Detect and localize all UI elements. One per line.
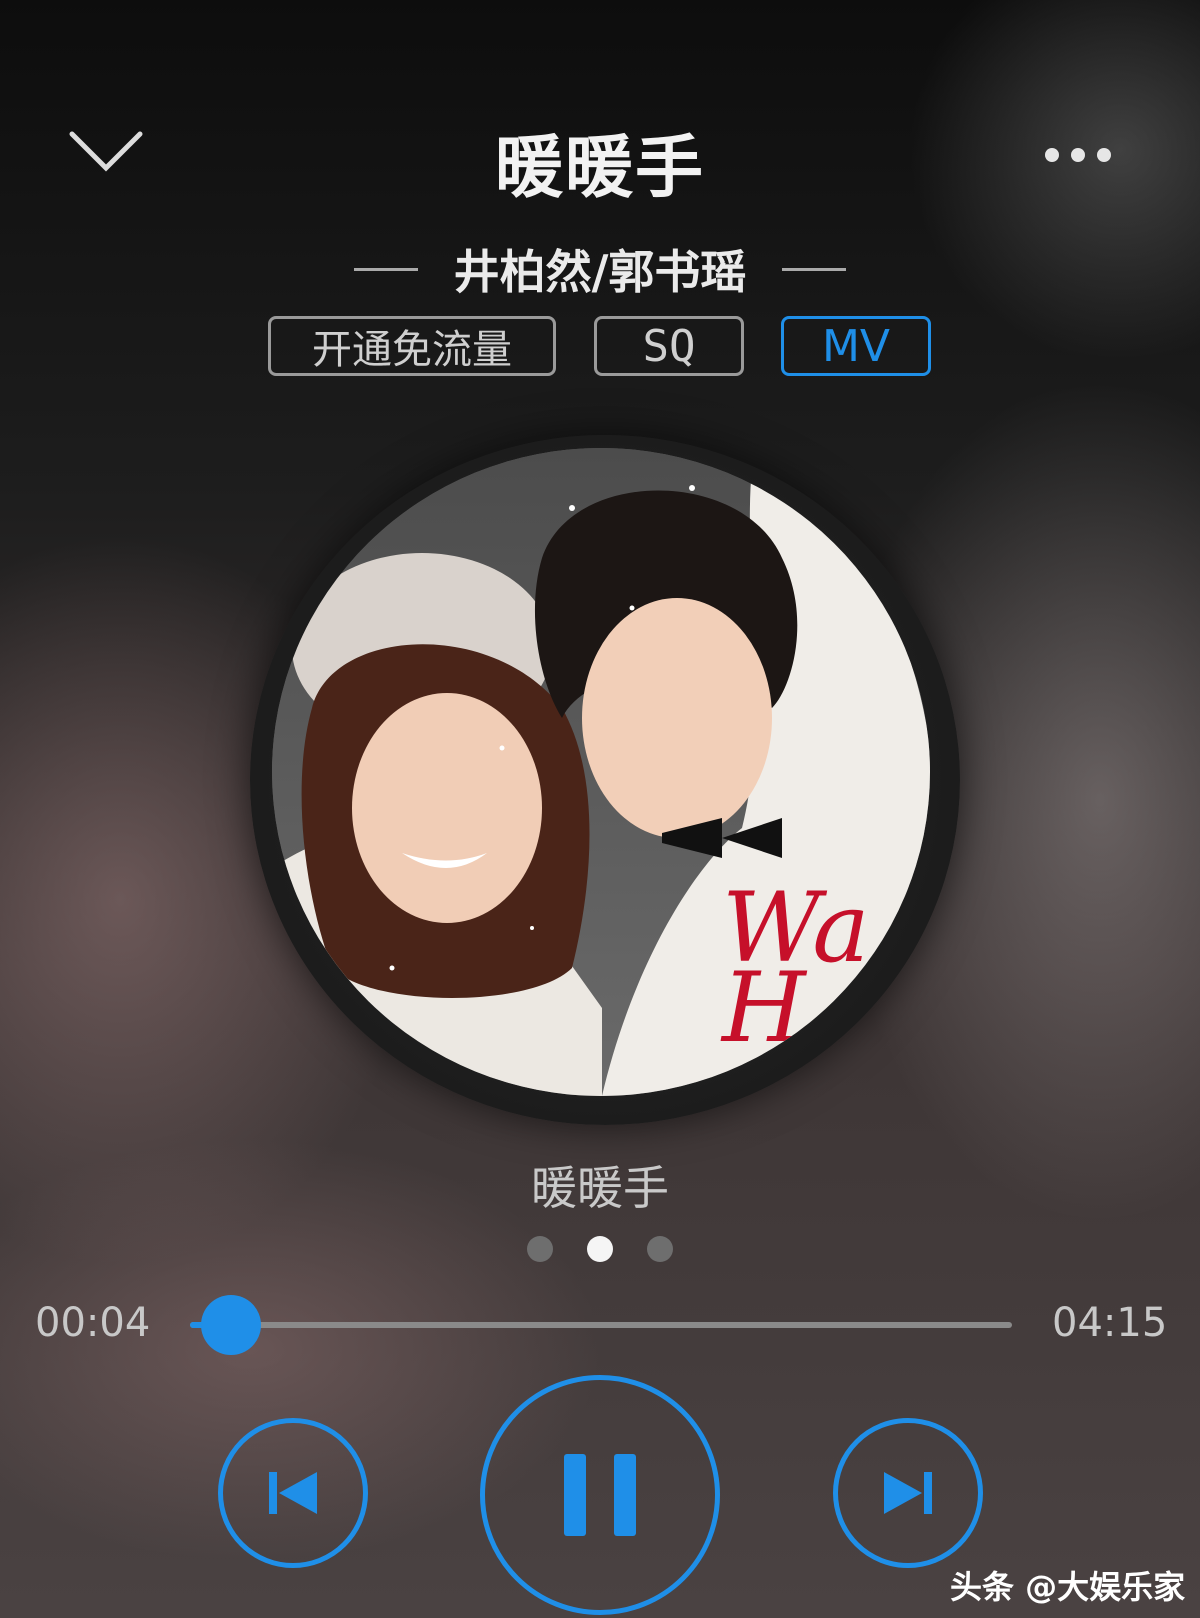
page-dot[interactable] [647, 1236, 673, 1262]
divider [353, 267, 418, 271]
next-button[interactable] [833, 1418, 983, 1568]
skip-next-icon [884, 1472, 932, 1514]
cover-title-text: Wa H [722, 872, 870, 1064]
song-title: 暖暖手 [494, 129, 705, 208]
divider [782, 267, 847, 271]
pause-button[interactable] [480, 1375, 720, 1615]
total-time: 04:15 [1052, 1300, 1168, 1346]
album-cover[interactable]: Wa H [272, 448, 930, 1096]
now-playing-subtitle: 暖暖手 [531, 1161, 669, 1215]
mv-button[interactable]: MV [781, 316, 931, 376]
page-indicator [527, 1236, 673, 1262]
skip-previous-icon [269, 1472, 317, 1514]
progress-track[interactable] [190, 1322, 1012, 1328]
more-dots-icon[interactable] [1045, 148, 1125, 168]
artist-row: 井柏然/郭书瑶 [0, 236, 1200, 302]
page-dot-active[interactable] [587, 1236, 613, 1262]
previous-button[interactable] [218, 1418, 368, 1568]
current-time: 00:04 [35, 1300, 151, 1346]
pause-icon [564, 1454, 636, 1536]
progress-thumb[interactable] [200, 1295, 261, 1355]
page-dot[interactable] [527, 1236, 553, 1262]
free-data-button[interactable]: 开通免流量 [268, 316, 556, 376]
watermark: 头条 @大娱乐家 [950, 1568, 1186, 1606]
artist-name[interactable]: 井柏然/郭书瑶 [454, 236, 747, 302]
sq-quality-button[interactable]: SQ [594, 316, 744, 376]
